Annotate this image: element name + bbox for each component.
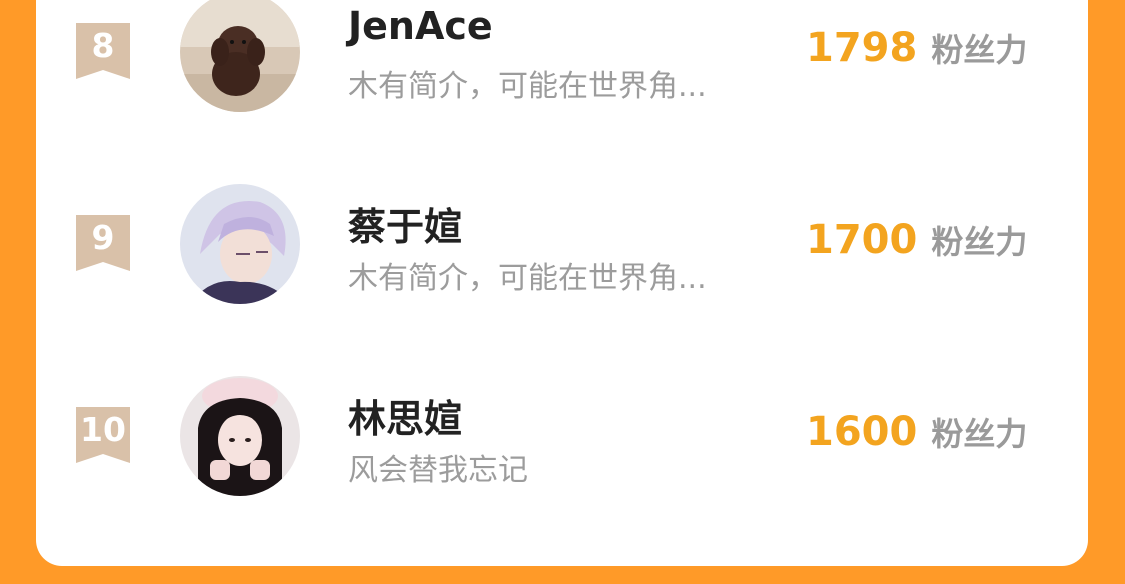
user-name: 蔡于媗 [348, 205, 463, 249]
score-unit: 粉丝力 [931, 415, 1028, 453]
fan-score: 1600 粉丝力 [806, 409, 1027, 455]
leaderboard-row[interactable]: 8 JenAce 木有简介，可能在世界角... 1798 粉丝力 [36, 0, 1088, 112]
score-value: 1798 [806, 25, 918, 71]
score-value: 1700 [806, 217, 918, 263]
leaderboard-card: 8 JenAce 木有简介，可能在世界角... 1798 粉丝力 9 蔡于媗 木… [36, 0, 1088, 566]
rank-badge: 10 [76, 407, 130, 463]
user-avatar[interactable] [180, 0, 300, 112]
user-bio: 木有简介，可能在世界角... [348, 69, 707, 104]
score-unit: 粉丝力 [931, 31, 1028, 69]
user-bio: 木有简介，可能在世界角... [348, 261, 707, 296]
fan-score: 1700 粉丝力 [806, 217, 1027, 263]
leaderboard-row[interactable]: 10 林思媗 风会替我忘记 1600 粉丝力 [36, 344, 1088, 496]
fan-score: 1798 粉丝力 [806, 25, 1027, 71]
rank-badge: 9 [76, 215, 130, 271]
user-bio: 风会替我忘记 [348, 453, 528, 488]
user-name: JenAce [348, 4, 493, 48]
rank-number: 9 [91, 218, 115, 257]
rank-number: 10 [80, 410, 126, 449]
rank-badge: 8 [76, 23, 130, 79]
user-avatar[interactable] [180, 184, 300, 304]
user-avatar[interactable] [180, 376, 300, 496]
score-value: 1600 [806, 409, 918, 455]
rank-number: 8 [91, 26, 115, 65]
user-name: 林思媗 [348, 397, 463, 441]
leaderboard-row[interactable]: 9 蔡于媗 木有简介，可能在世界角... 1700 粉丝力 [36, 152, 1088, 304]
score-unit: 粉丝力 [931, 223, 1028, 261]
